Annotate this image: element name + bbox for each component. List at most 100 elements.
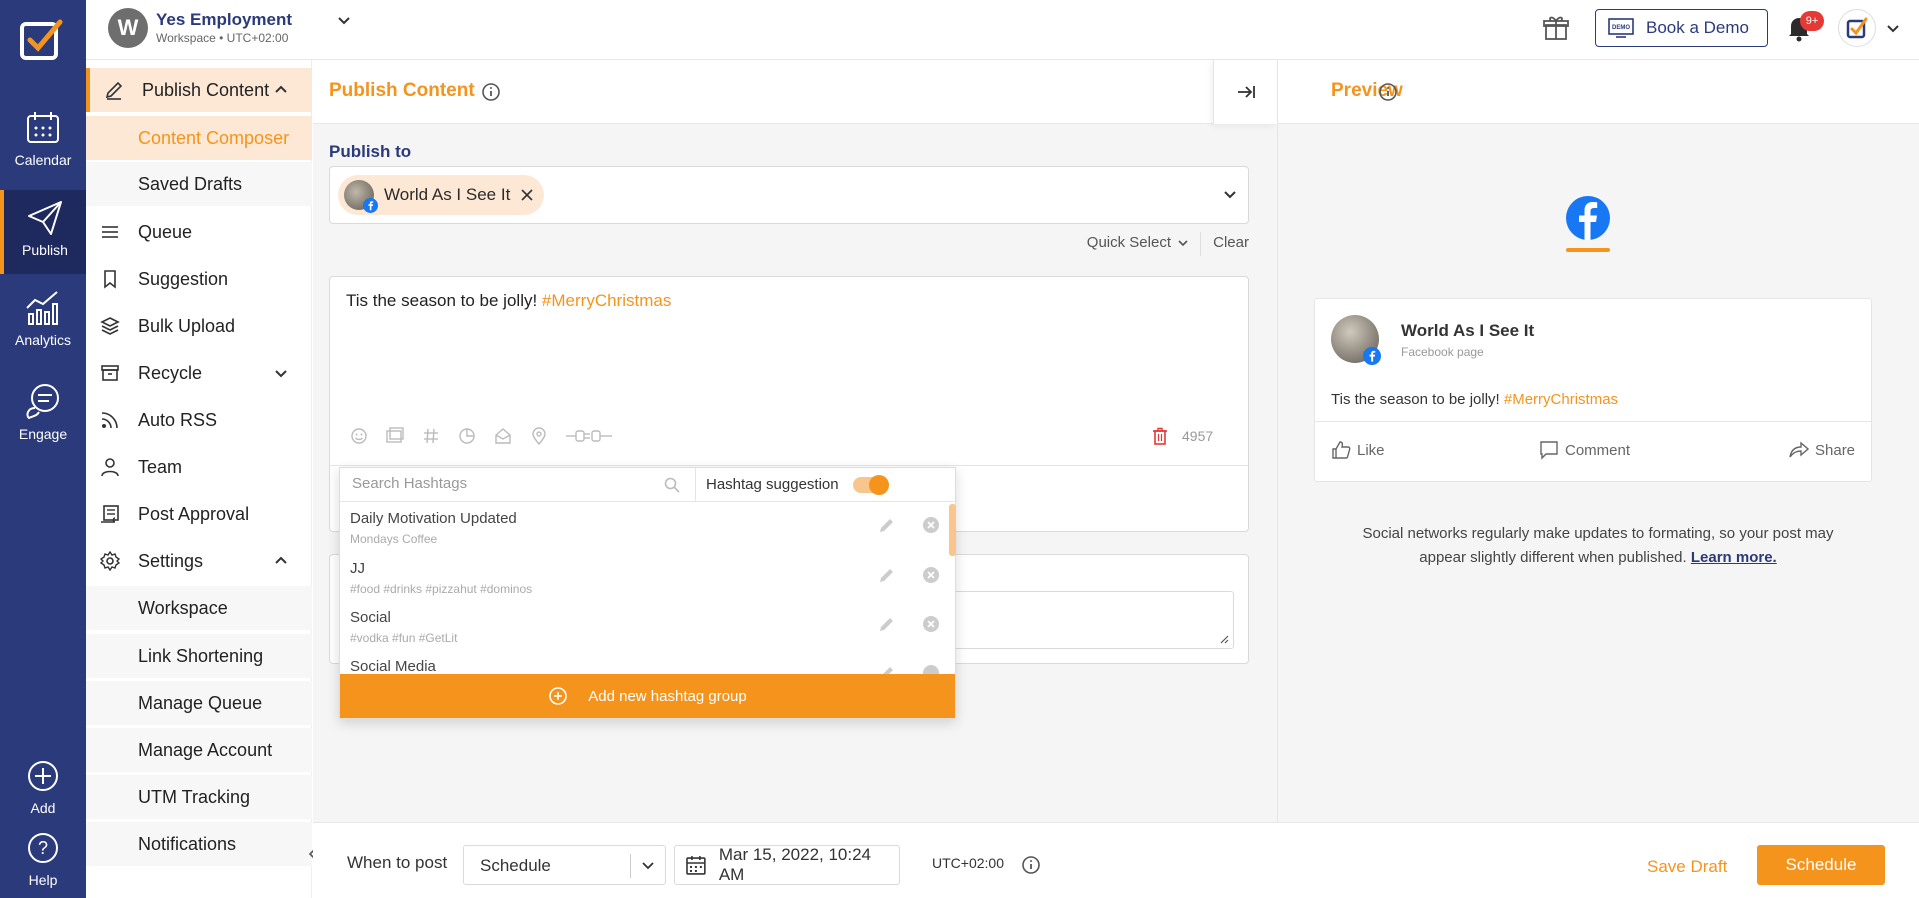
info-icon[interactable] [481,82,501,102]
app-logo-icon[interactable] [20,18,64,62]
post-preview-text: Tis the season to be jolly! #MerryChrist… [1331,391,1618,408]
pencil-icon[interactable] [878,615,896,633]
pencil-icon[interactable] [878,664,896,674]
secondary-textarea[interactable] [942,591,1234,649]
sidebar-menu: Publish Content Content Composer Saved D… [86,60,312,898]
facebook-icon[interactable] [1566,196,1610,240]
post-timing-select[interactable]: Schedule [463,845,666,885]
emoji-icon[interactable] [350,427,368,445]
bookmark-icon [100,269,120,289]
hashtag-group-tags: Mondays Coffee [350,532,438,546]
sidebar-item-suggestion[interactable]: Suggestion [86,257,312,301]
sidebar-item-label: Auto RSS [138,409,218,430]
learn-more-link[interactable]: Learn more. [1691,549,1777,566]
trash-icon[interactable] [1152,427,1168,445]
sidebar-item-label: Bulk Upload [138,315,236,336]
facebook-icon [1363,347,1381,365]
rail-publish-label: Publish [22,242,68,258]
svg-text:DEMO: DEMO [1612,25,1630,31]
composer-title: Publish Content [329,80,475,101]
page-type: Facebook page [1401,345,1484,359]
close-circle-icon[interactable] [922,566,940,584]
save-draft-button[interactable]: Save Draft [1647,857,1727,877]
quick-select-label: Quick Select [1086,234,1171,251]
location-pin-icon[interactable] [530,427,548,445]
plus-circle-icon [549,687,568,705]
sidebar-item-bulk-upload[interactable]: Bulk Upload [86,304,312,348]
left-rail: Calendar Publish Analytics Engage Add ? … [0,0,86,898]
sidebar-item-settings[interactable]: Settings [86,539,312,583]
rail-calendar[interactable]: Calendar [0,100,86,184]
sidebar-item-queue[interactable]: Queue [86,210,312,254]
sidebar-item-content-composer[interactable]: Content Composer [86,116,312,160]
person-icon [100,457,120,477]
sidebar-item-notifications[interactable]: Notifications [86,822,312,866]
hashtag-icon[interactable] [422,427,440,445]
sidebar-item-saved-drafts[interactable]: Saved Drafts [86,162,312,206]
book-demo-label: Book a Demo [1646,18,1749,37]
sidebar-item-workspace[interactable]: Workspace [86,586,312,630]
plug-icon[interactable] [566,427,612,445]
editor-toolbar [350,427,612,445]
hashtag-group-row[interactable]: JJ #food #drinks #pizzahut #dominos [340,552,945,602]
divider [1200,232,1201,256]
sidebar-item-manage-account[interactable]: Manage Account [86,728,312,772]
info-icon[interactable] [1021,855,1041,875]
scrollbar[interactable] [949,504,956,556]
sidebar-item-link-shortening[interactable]: Link Shortening [86,634,312,678]
preview-header: Preview [1278,60,1919,124]
sidebar-item-post-approval[interactable]: Post Approval [86,492,312,536]
pencil-icon[interactable] [878,516,896,534]
datetime-picker[interactable]: Mar 15, 2022, 10:24 AM [674,845,900,885]
close-circle-icon[interactable] [922,664,940,674]
rail-publish[interactable]: Publish [0,190,86,274]
close-circle-icon[interactable] [922,615,940,633]
workspace-chevron-down-icon[interactable] [336,12,352,28]
sidebar-item-manage-queue[interactable]: Manage Queue [86,681,312,725]
add-hashtag-group-button[interactable]: Add new hashtag group [340,674,955,718]
account-selector[interactable]: World As I See It [329,166,1249,224]
user-avatar[interactable] [1838,9,1876,47]
rail-engage[interactable]: Engage [0,374,86,458]
notification-count-badge: 9+ [1800,11,1824,31]
sidebar-item-auto-rss[interactable]: Auto RSS [86,398,312,442]
close-icon[interactable] [520,188,534,202]
collapse-panel-button[interactable] [1213,60,1277,124]
clear-button[interactable]: Clear [1213,234,1249,251]
sidebar-item-publish-content[interactable]: Publish Content [86,68,312,112]
workspace-name[interactable]: Yes Employment [156,10,292,30]
hashtag-group-row[interactable]: Daily Motivation Updated Mondays Coffee [340,502,945,552]
sidebar-item-team[interactable]: Team [86,445,312,489]
post-text[interactable]: Tis the season to be jolly! #MerryChrist… [346,291,671,311]
workspace-avatar[interactable]: W [108,8,148,48]
gift-icon[interactable] [1542,14,1570,42]
search-icon[interactable] [664,477,680,493]
page-avatar [1331,315,1381,365]
info-icon[interactable] [1378,82,1398,102]
preview-panel: Preview World As I See It Facebook page … [1277,60,1919,822]
sidebar-item-recycle[interactable]: Recycle [86,351,312,395]
user-chevron-down-icon[interactable] [1886,21,1900,35]
divider [330,465,1248,466]
hashtag-group-row[interactable]: Social Media [340,650,945,674]
book-demo-button[interactable]: DEMO Book a Demo [1595,9,1768,47]
rail-help[interactable]: ? Help [0,820,86,898]
pencil-icon[interactable] [878,566,896,584]
hashtag-search-input[interactable] [352,475,652,492]
rail-analytics[interactable]: Analytics [0,280,86,364]
media-icon[interactable] [386,427,404,445]
sidebar-item-label: Team [138,456,183,477]
comment-label: Comment [1565,441,1631,459]
hashtag-group-row[interactable]: Social #vodka #fun #GetLit [340,601,945,651]
close-circle-icon[interactable] [922,516,940,534]
timezone-label: UTC+02:00 [932,855,1004,871]
account-chip[interactable]: World As I See It [338,175,545,215]
hashtag-suggestion-toggle[interactable] [852,474,889,495]
inbox-icon[interactable] [494,427,512,445]
sidebar-item-utm-tracking[interactable]: UTM Tracking [86,775,312,819]
chevron-down-icon[interactable] [1222,187,1238,203]
quick-select-dropdown[interactable]: Quick Select [1087,234,1189,251]
hashtag-group-list: Daily Motivation Updated Mondays Coffee … [340,502,957,674]
schedule-button[interactable]: Schedule [1757,845,1885,885]
pie-chart-icon[interactable] [458,427,476,445]
